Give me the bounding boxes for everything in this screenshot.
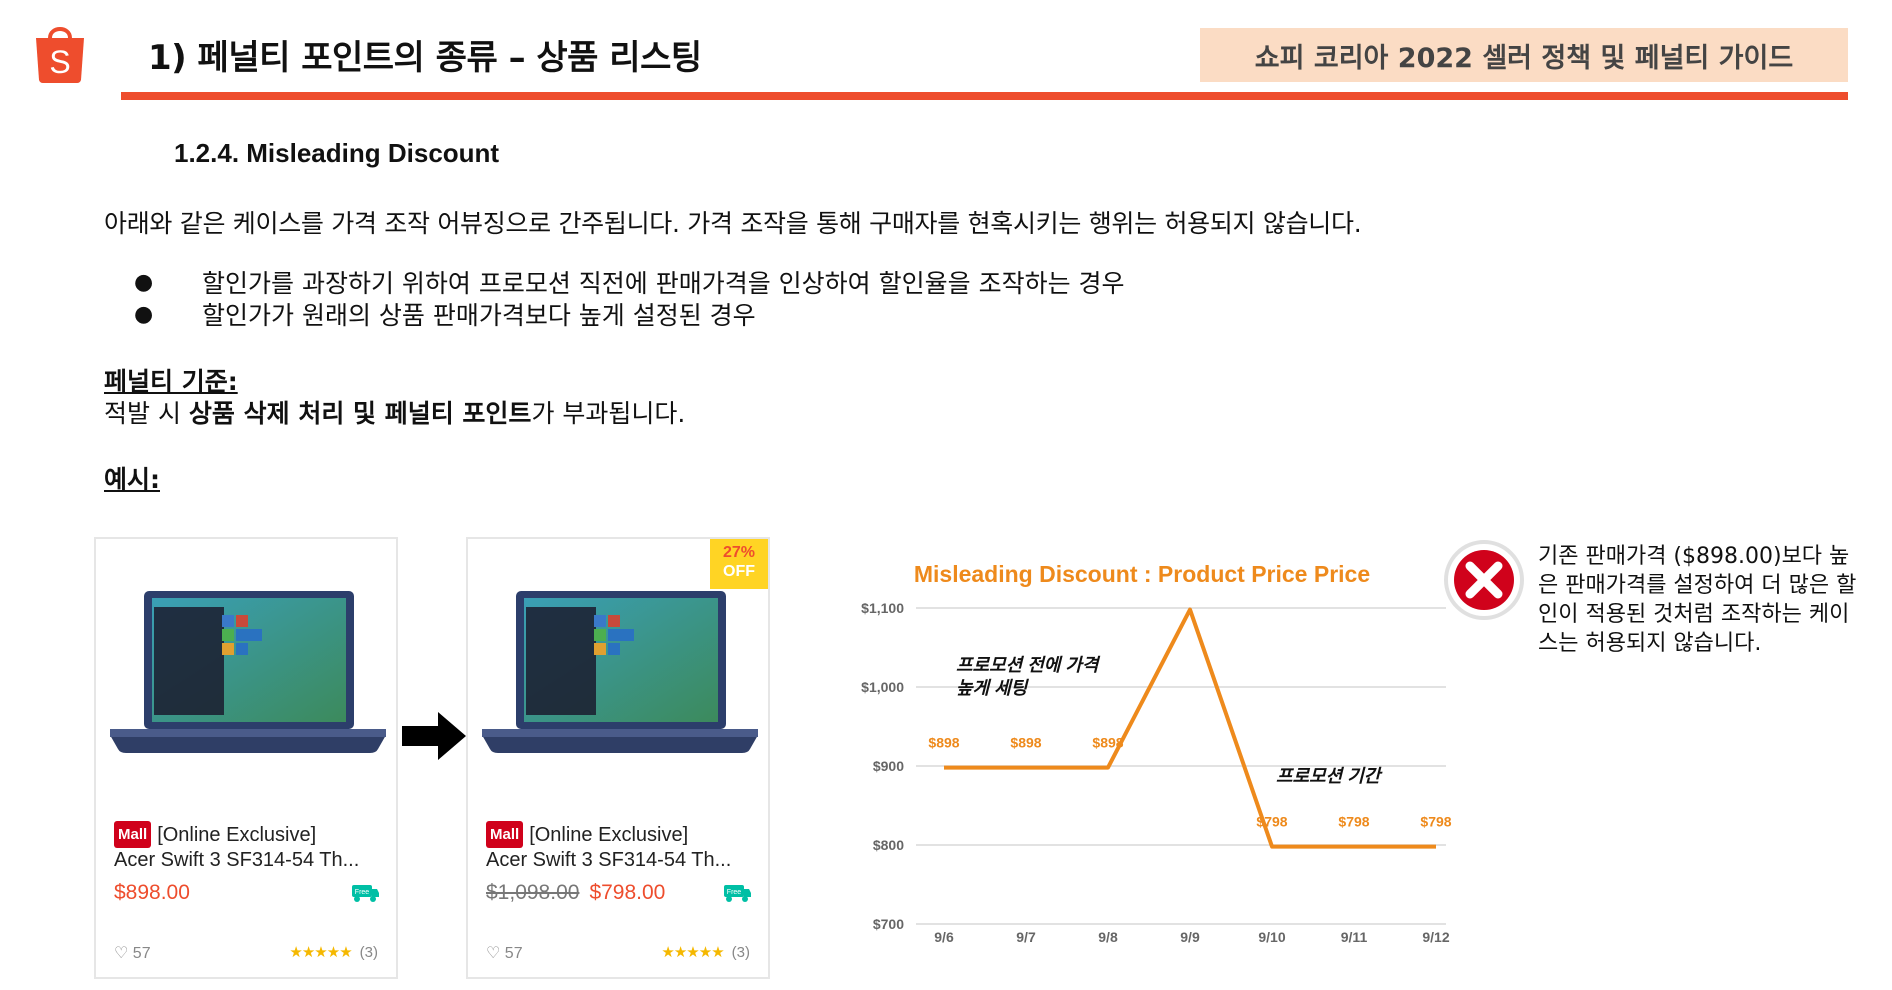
x-tick-label: 9/6 [934, 929, 954, 945]
section-heading: 1.2.4. Misleading Discount [174, 138, 500, 168]
free-shipping-icon: Free [724, 885, 751, 902]
rating-count: (3) [359, 944, 378, 961]
laptop-image [482, 591, 758, 753]
likes-count[interactable]: ♡ 57 [114, 943, 151, 963]
free-shipping-label: Free [355, 889, 370, 896]
intro-paragraph: 아래와 같은 케이스를 가격 조작 어뷰징으로 간주됩니다. 가격 조작을 통해… [104, 209, 1362, 238]
product-name-line1: [Online Exclusive] [529, 824, 689, 846]
product-name-line1: [Online Exclusive] [157, 824, 317, 846]
product-price: $798.00 [589, 881, 666, 904]
data-label: $798 [1256, 814, 1287, 830]
free-shipping-label: Free [727, 889, 742, 896]
criteria-post: 가 부과됩니다. [531, 399, 686, 428]
criteria-pre: 적발 시 [104, 399, 189, 428]
product-card-after[interactable]: 27% OFF Mall [Online Exclusive] Acer Swif… [466, 537, 770, 979]
original-price: $1,098.00 [486, 881, 580, 904]
data-label: $898 [928, 735, 959, 751]
product-name-line2: Acer Swift 3 SF314-54 Th... [486, 849, 732, 871]
star-icon: ★★★★★ [661, 944, 724, 961]
prohibited-x-icon [1444, 540, 1524, 620]
price-row: $1,098.00 $798.00 [486, 881, 665, 905]
case-list: ● 할인가를 과장하기 위하여 프로모션 직전에 판매가격을 인상하여 할인율을 … [134, 266, 1125, 330]
discount-off-label: OFF [723, 563, 755, 580]
logo-letter: S [49, 44, 70, 80]
rating: ★★★★★ (3) [289, 943, 378, 961]
guide-title-badge: 쇼피 코리아 2022 셀러 정책 및 페널티 가이드 [1200, 28, 1848, 82]
x-tick-label: 9/12 [1422, 929, 1449, 945]
data-label: $898 [1010, 735, 1041, 751]
y-tick-label: $700 [873, 916, 904, 932]
product-price: $898.00 [114, 881, 190, 904]
penalty-criteria-text: 적발 시 상품 삭제 처리 및 페널티 포인트가 부과됩니다. [104, 394, 685, 430]
bullet-text: 할인가가 원래의 상품 판매가격보다 높게 설정된 경우 [202, 301, 756, 330]
product-name-line2: Acer Swift 3 SF314-54 Th... [114, 849, 360, 871]
product-card-before[interactable]: Mall [Online Exclusive] Acer Swift 3 SF31… [94, 537, 398, 979]
bullet-icon: ● [134, 269, 154, 295]
chart-title: Misleading Discount : Product Price Pric… [914, 561, 1370, 587]
discount-percent: 27% [722, 544, 756, 561]
likes-count[interactable]: ♡ 57 [486, 943, 523, 963]
product-name[interactable]: Mall [Online Exclusive] Acer Swift 3 SF31… [486, 821, 766, 873]
series-line [944, 607, 1436, 849]
bullet-icon: ● [134, 301, 154, 327]
x-tick-label: 9/9 [1180, 929, 1200, 945]
y-tick-label: $1,100 [861, 600, 904, 616]
violation-note: 기존 판매가격 ($898.00)보다 높은 판매가격를 설정하여 더 많은 할… [1538, 544, 1857, 656]
x-tick-label: 9/10 [1258, 929, 1285, 945]
data-label: $798 [1420, 814, 1451, 830]
arrow-right-icon [402, 712, 466, 760]
list-item: ● 할인가를 과장하기 위하여 프로모션 직전에 판매가격을 인상하여 할인율을 … [134, 266, 1125, 298]
bullet-text: 할인가를 과장하기 위하여 프로모션 직전에 판매가격을 인상하여 할인율을 조… [202, 269, 1125, 298]
x-tick-label: 9/8 [1098, 929, 1118, 945]
star-icon: ★★★★★ [289, 944, 352, 961]
x-tick-label: 9/11 [1341, 929, 1368, 945]
list-item: ● 할인가가 원래의 상품 판매가격보다 높게 설정된 경우 [134, 298, 1125, 330]
mall-badge: Mall [486, 821, 524, 848]
y-tick-label: $900 [873, 758, 904, 774]
rating: ★★★★★ (3) [661, 943, 750, 961]
mall-badge: Mall [114, 821, 152, 848]
shopee-logo: S [36, 27, 84, 83]
product-name[interactable]: Mall [Online Exclusive] Acer Swift 3 SF31… [114, 821, 394, 873]
y-tick-label: $800 [873, 837, 904, 853]
annotation-promo-period: 프로모션 기간 [1276, 766, 1383, 786]
data-label: $898 [1092, 735, 1123, 751]
free-shipping-icon: Free [352, 885, 379, 902]
page-title: 1) 페널티 포인트의 종류 – 상품 리스팅 [148, 38, 702, 78]
y-tick-label: $1,000 [861, 679, 904, 695]
annotation-pre-promo-2: 높게 세팅 [956, 678, 1030, 698]
data-label: $798 [1338, 814, 1369, 830]
criteria-bold: 상품 삭제 처리 및 페널티 포인트 [188, 399, 532, 428]
likes-value: 57 [504, 945, 523, 962]
price-line-chart: Misleading Discount : Product Price Pric… [861, 561, 1452, 945]
discount-badge: 27% OFF [710, 539, 768, 589]
header-divider [121, 92, 1848, 100]
penalty-criteria-label: 페널티 기준: [104, 367, 238, 396]
laptop-image [110, 591, 386, 753]
likes-value: 57 [132, 945, 151, 962]
annotation-pre-promo: 프로모션 전에 가격 [956, 655, 1101, 675]
example-label: 예시: [104, 465, 160, 494]
x-tick-label: 9/7 [1016, 929, 1036, 945]
rating-count: (3) [731, 944, 750, 961]
price-row: $898.00 [114, 881, 190, 905]
